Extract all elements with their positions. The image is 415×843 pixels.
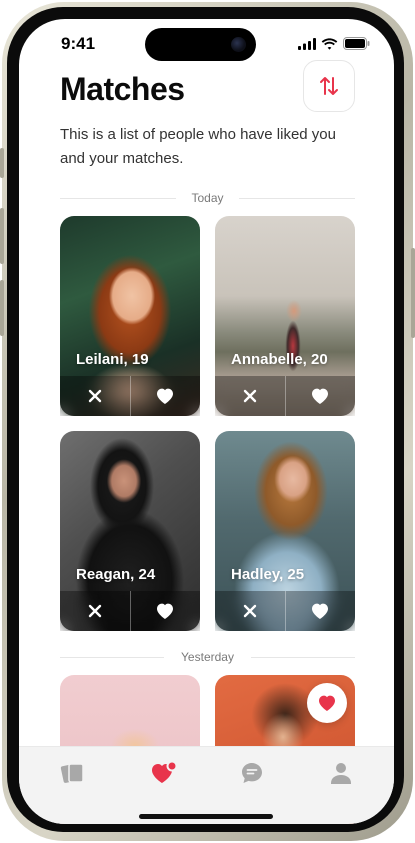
- heart-icon: [319, 695, 335, 711]
- volume-down-button: [0, 280, 4, 336]
- like-button[interactable]: [129, 376, 201, 416]
- dislike-button[interactable]: [215, 376, 285, 416]
- nav-cards[interactable]: [58, 759, 88, 787]
- camera-icon: [231, 37, 246, 52]
- like-button[interactable]: [284, 376, 356, 416]
- dislike-button[interactable]: [60, 591, 130, 631]
- page-subtitle: This is a list of people who have liked …: [60, 126, 336, 167]
- chat-icon: [242, 763, 262, 783]
- card-actions: [215, 591, 355, 631]
- matched-badge: [307, 683, 347, 723]
- close-icon: [243, 604, 256, 618]
- status-icons: [298, 37, 370, 55]
- heart-icon: [157, 388, 174, 404]
- sort-icon: [320, 77, 338, 95]
- dislike-button[interactable]: [60, 376, 130, 416]
- close-icon: [243, 389, 256, 403]
- screen: 9:41 Matches This is a list of people wh…: [19, 19, 394, 824]
- card-actions: [60, 376, 200, 416]
- like-button[interactable]: [129, 591, 201, 631]
- match-name: Annabelle, 20: [231, 351, 328, 368]
- nav-chat[interactable]: [237, 759, 267, 787]
- wifi-icon: [321, 37, 338, 55]
- card-actions: [215, 376, 355, 416]
- like-button[interactable]: [284, 591, 356, 631]
- section-divider-yesterday: Yesterday: [60, 650, 355, 664]
- profile-icon: [331, 763, 351, 784]
- match-card[interactable]: Reagan, 24: [60, 431, 200, 631]
- close-icon: [88, 389, 101, 403]
- match-card[interactable]: Hadley, 25: [215, 431, 355, 631]
- mute-switch: [0, 148, 4, 178]
- bottom-nav: [19, 746, 394, 824]
- section-divider-today: Today: [60, 191, 355, 205]
- close-icon: [88, 604, 101, 618]
- match-name: Hadley, 25: [231, 566, 305, 583]
- match-card[interactable]: Leilani, 19: [60, 216, 200, 416]
- nav-profile[interactable]: [326, 759, 356, 787]
- home-indicator[interactable]: [139, 814, 273, 819]
- card-actions: [60, 591, 200, 631]
- heart-icon: [312, 388, 329, 404]
- cellular-signal-icon: [298, 37, 316, 55]
- volume-up-button: [0, 208, 4, 264]
- cards-icon: [60, 763, 84, 783]
- nav-likes[interactable]: [149, 759, 179, 787]
- likes-icon: [152, 761, 178, 783]
- dynamic-island: [145, 28, 256, 61]
- sort-button[interactable]: [303, 60, 355, 112]
- status-time: 9:41: [61, 34, 96, 53]
- match-name: Reagan, 24: [76, 566, 156, 583]
- dislike-button[interactable]: [215, 591, 285, 631]
- power-button: [411, 248, 415, 338]
- match-card[interactable]: Annabelle, 20: [215, 216, 355, 416]
- page-title: Matches: [60, 71, 185, 107]
- battery-icon: [343, 37, 370, 55]
- match-name: Leilani, 19: [76, 351, 149, 368]
- heart-icon: [312, 603, 329, 619]
- heart-icon: [157, 603, 174, 619]
